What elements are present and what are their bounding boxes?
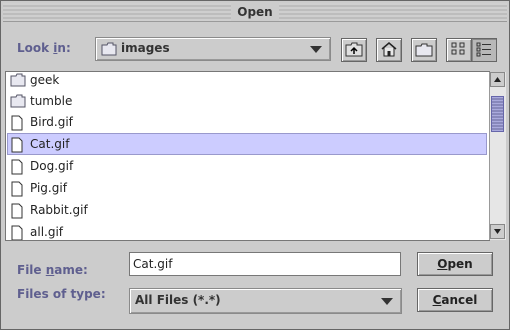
chevron-down-icon: [310, 46, 322, 53]
file-name: geek: [30, 73, 60, 87]
files-of-type-label: Files of type:: [17, 287, 106, 301]
chevron-down-icon: [381, 298, 393, 305]
files-of-type-combo[interactable]: All Files (*.*): [129, 288, 402, 314]
look-in-label: Look in:: [17, 41, 71, 55]
look-in-label-prefix: Look: [17, 41, 54, 55]
file-name-label-mnemonic: n: [45, 263, 55, 277]
list-view-button[interactable]: [446, 38, 472, 62]
open-button-label: pen: [447, 257, 473, 271]
arrow-up-icon: [494, 77, 501, 82]
file-name-label-prefix: File: [17, 263, 46, 277]
list-item[interactable]: Dog.gif: [8, 156, 486, 176]
details-view-button[interactable]: [471, 38, 497, 62]
up-folder-button[interactable]: [341, 38, 367, 62]
file-list[interactable]: geek tumble Bird.gif Cat.gif Dog.gif Pig…: [5, 71, 490, 241]
file-icon: [11, 203, 23, 219]
cancel-button-label: ancel: [441, 293, 478, 307]
list-item[interactable]: Bird.gif: [8, 112, 486, 132]
file-name-field[interactable]: Cat.gif: [129, 252, 401, 276]
cancel-button[interactable]: Cancel: [417, 288, 493, 312]
files-of-type-value: All Files (*.*): [135, 293, 221, 307]
file-name: Dog.gif: [30, 159, 74, 173]
list-view-icon: [451, 42, 465, 55]
file-icon: [11, 225, 23, 240]
open-button[interactable]: Open: [417, 252, 493, 276]
look-in-label-suffix: n:: [57, 41, 71, 55]
list-item[interactable]: geek: [8, 72, 486, 90]
title-bar[interactable]: Open: [3, 3, 507, 22]
open-dialog: Open Look in: images geek tumble Bird.gi…: [0, 0, 510, 330]
home-button[interactable]: [376, 38, 402, 62]
details-view-icon: [476, 42, 491, 57]
list-item[interactable]: Rabbit.gif: [8, 200, 486, 220]
file-icon: [11, 137, 23, 153]
window-title: Open: [231, 3, 279, 21]
open-button-mnemonic: O: [437, 257, 448, 271]
arrow-down-icon: [494, 229, 501, 234]
list-item[interactable]: Cat.gif: [7, 133, 487, 155]
list-item[interactable]: all.gif: [8, 222, 486, 240]
file-name: Pig.gif: [30, 181, 67, 195]
file-icon: [11, 115, 23, 131]
vertical-scrollbar[interactable]: [489, 72, 506, 240]
file-name: Cat.gif: [30, 137, 70, 151]
list-item[interactable]: Pig.gif: [8, 178, 486, 198]
file-name: Bird.gif: [30, 115, 73, 129]
file-icon: [11, 181, 23, 197]
new-folder-icon: [415, 43, 433, 57]
scroll-up-button[interactable]: [490, 72, 505, 87]
file-name: tumble: [30, 94, 73, 108]
file-name-label-suffix: ame:: [54, 263, 88, 277]
file-name: all.gif: [30, 225, 64, 239]
look-in-combo[interactable]: images: [95, 37, 331, 61]
home-icon: [381, 42, 397, 57]
file-name: Rabbit.gif: [30, 203, 88, 217]
file-icon: [11, 159, 23, 175]
folder-icon: [101, 42, 117, 56]
new-folder-button[interactable]: [411, 38, 437, 62]
scroll-down-button[interactable]: [490, 224, 505, 239]
look-in-value: images: [121, 41, 170, 55]
scroll-thumb[interactable]: [491, 96, 504, 132]
list-item[interactable]: tumble: [8, 91, 486, 111]
folder-icon: [10, 73, 26, 87]
folder-icon: [10, 94, 26, 108]
file-name-label: File name:: [17, 263, 88, 277]
up-folder-icon: [345, 42, 363, 57]
